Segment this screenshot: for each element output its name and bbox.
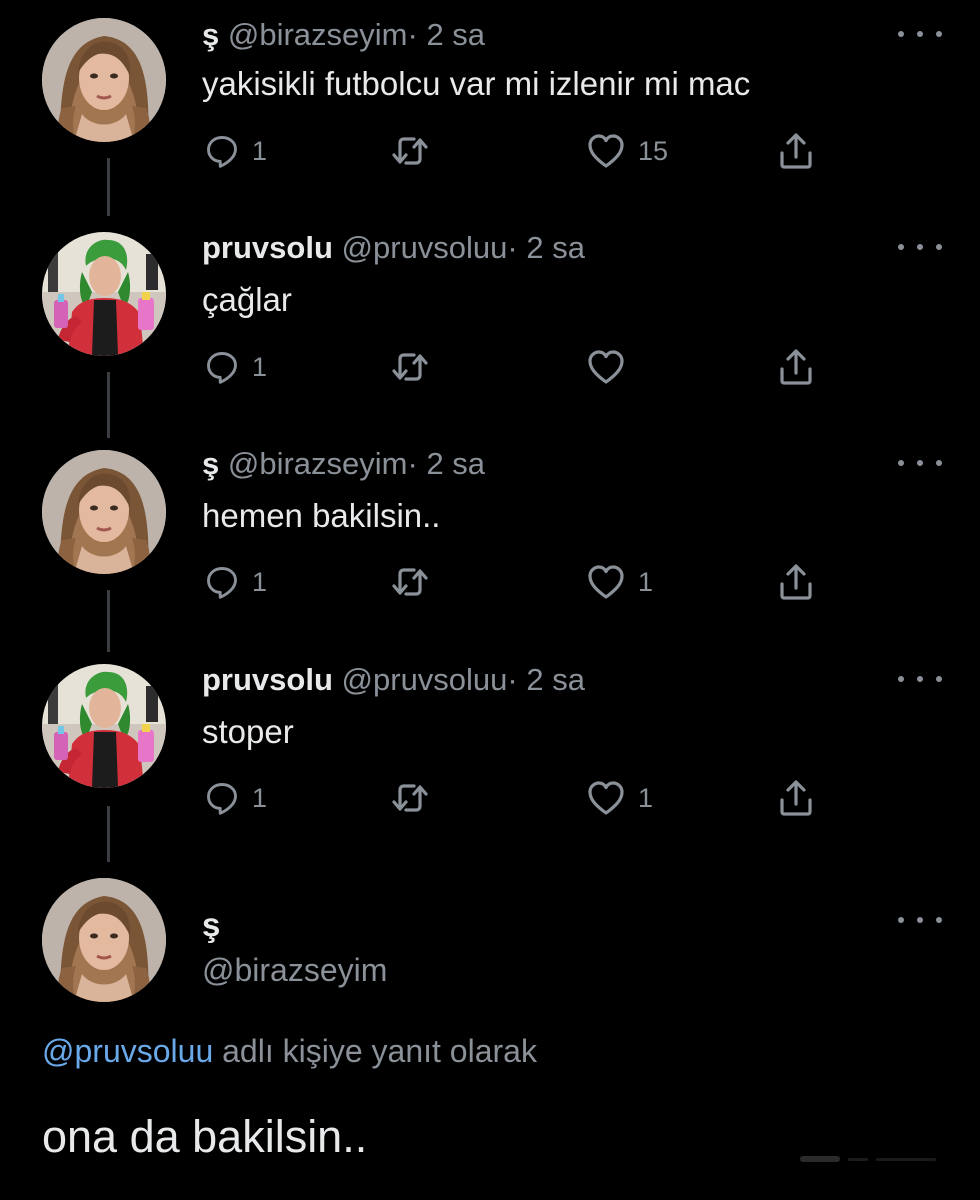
thread-line	[107, 158, 110, 216]
avatar[interactable]	[42, 18, 166, 142]
avatar[interactable]	[42, 664, 166, 788]
tweet-text: hemen bakilsin..	[202, 497, 441, 534]
share-icon	[776, 131, 816, 171]
watermark	[800, 1156, 936, 1162]
display-name[interactable]: ş	[202, 446, 219, 481]
reply-count: 1	[252, 566, 268, 597]
tweet-text: çağlar	[202, 281, 292, 318]
separator-dot: ·	[407, 446, 418, 481]
reply-button[interactable]: 1	[204, 347, 267, 387]
separator-dot: ·	[507, 662, 518, 697]
avatar[interactable]	[42, 878, 166, 1002]
reply-count: 1	[252, 135, 268, 166]
like-button[interactable]	[586, 347, 638, 387]
share-button[interactable]	[776, 562, 816, 602]
heart-icon	[586, 131, 626, 171]
more-icon[interactable]	[898, 237, 942, 257]
reply-icon	[204, 564, 240, 600]
like-button[interactable]: 15	[586, 131, 668, 171]
tweet-header: ş @birazseyim· 2 sa	[202, 17, 485, 53]
heart-icon	[586, 778, 626, 818]
share-icon	[776, 347, 816, 387]
like-count: 1	[638, 566, 654, 597]
retweet-button[interactable]	[390, 562, 430, 602]
retweet-icon	[390, 347, 430, 387]
user-handle[interactable]: @birazseyim	[202, 950, 387, 990]
more-icon[interactable]	[898, 24, 942, 44]
display-name[interactable]: pruvsolu	[202, 230, 333, 265]
display-name[interactable]: pruvsolu	[202, 662, 333, 697]
more-icon[interactable]	[898, 669, 942, 689]
heart-icon	[586, 562, 626, 602]
retweet-button[interactable]	[390, 778, 430, 818]
more-icon[interactable]	[898, 910, 942, 930]
like-button[interactable]: 1	[586, 778, 653, 818]
user-handle[interactable]: @birazseyim	[228, 17, 408, 52]
tweet-text: ona da bakilsin..	[42, 1111, 368, 1162]
timestamp[interactable]: 2 sa	[426, 17, 485, 52]
share-button[interactable]	[776, 131, 816, 171]
reply-count: 1	[252, 351, 268, 382]
retweet-icon	[390, 562, 430, 602]
like-count: 15	[638, 135, 669, 166]
timestamp[interactable]: 2 sa	[426, 446, 485, 481]
share-button[interactable]	[776, 347, 816, 387]
thread-line	[107, 590, 110, 652]
reply-icon	[204, 133, 240, 169]
display-name[interactable]: ş	[202, 17, 219, 52]
user-handle[interactable]: @birazseyim	[228, 446, 408, 481]
share-icon	[776, 778, 816, 818]
reply-icon	[204, 780, 240, 816]
avatar[interactable]	[42, 232, 166, 356]
retweet-button[interactable]	[390, 347, 430, 387]
reply-button[interactable]: 1	[204, 131, 267, 171]
user-handle[interactable]: @pruvsoluu	[342, 230, 508, 265]
reply-icon	[204, 349, 240, 385]
reply-button[interactable]: 1	[204, 778, 267, 818]
reply-context-text: adlı kişiye yanıt olarak	[213, 1033, 537, 1069]
tweet-text: yakisikli futbolcu var mi izlenir mi mac	[202, 65, 751, 102]
separator-dot: ·	[507, 230, 518, 265]
avatar[interactable]	[42, 450, 166, 574]
like-button[interactable]: 1	[586, 562, 653, 602]
retweet-button[interactable]	[390, 131, 430, 171]
timestamp[interactable]: 2 sa	[526, 662, 585, 697]
display-name[interactable]: ş	[202, 905, 220, 945]
thread-line	[107, 806, 110, 862]
timestamp[interactable]: 2 sa	[526, 230, 585, 265]
retweet-icon	[390, 131, 430, 171]
tweet-header: pruvsolu @pruvsoluu· 2 sa	[202, 230, 585, 266]
separator-dot: ·	[407, 17, 418, 52]
retweet-icon	[390, 778, 430, 818]
tweet-header: ş @birazseyim· 2 sa	[202, 446, 485, 482]
heart-icon	[586, 347, 626, 387]
thread-line	[107, 372, 110, 438]
more-icon[interactable]	[898, 453, 942, 473]
share-icon	[776, 562, 816, 602]
share-button[interactable]	[776, 778, 816, 818]
reply-mention-link[interactable]: @pruvsoluu	[42, 1033, 213, 1069]
user-handle[interactable]: @pruvsoluu	[342, 662, 508, 697]
reply-context: @pruvsoluu adlı kişiye yanıt olarak	[42, 1031, 537, 1071]
reply-button[interactable]: 1	[204, 562, 267, 602]
reply-count: 1	[252, 782, 268, 813]
tweet-header: pruvsolu @pruvsoluu· 2 sa	[202, 662, 585, 698]
tweet-text: stoper	[202, 713, 294, 750]
like-count: 1	[638, 782, 654, 813]
